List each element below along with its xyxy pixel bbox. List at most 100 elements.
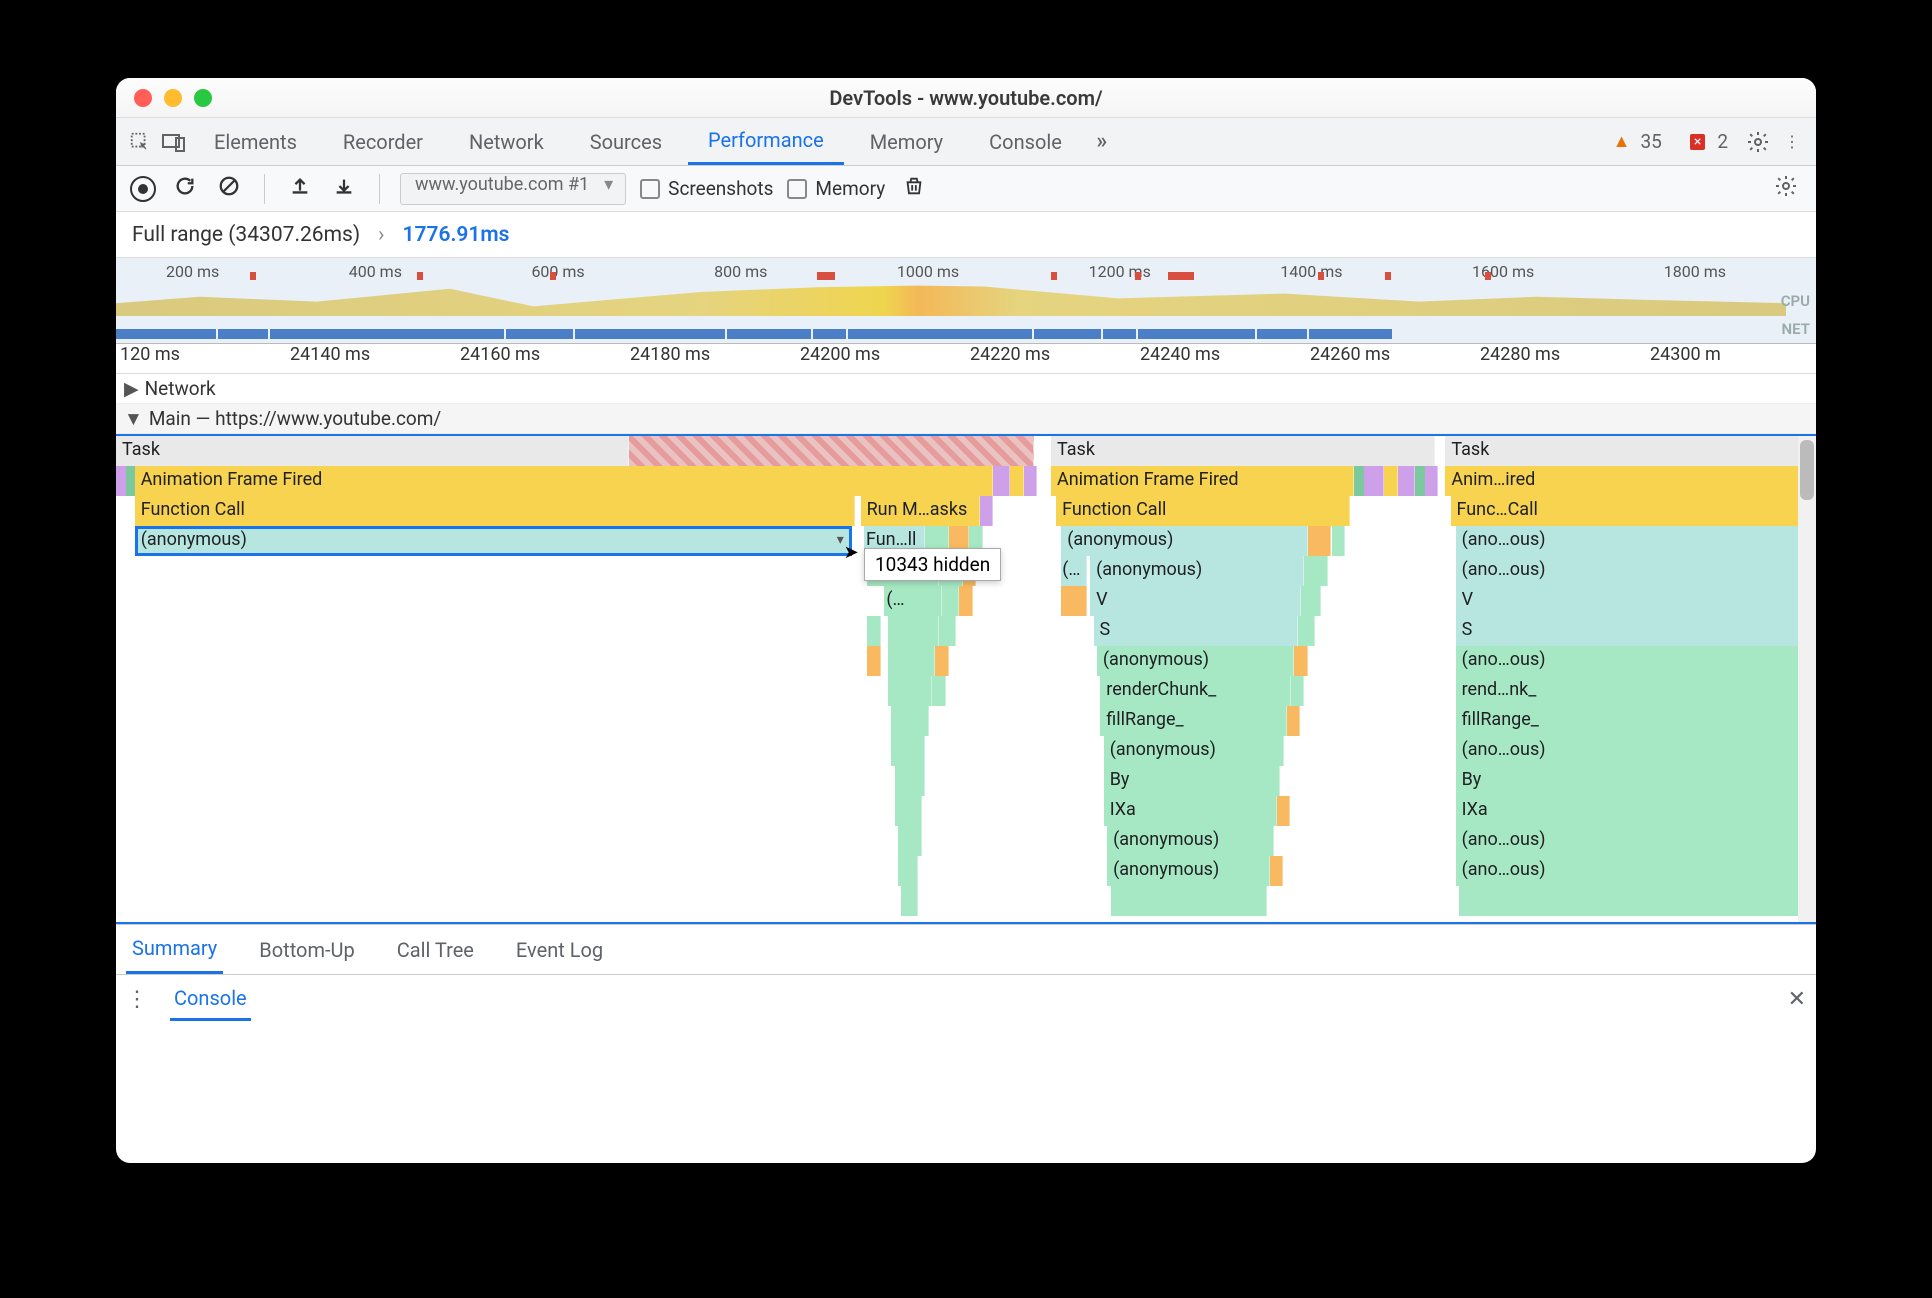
network-section-header[interactable]: ▶ Network — [116, 374, 1816, 404]
animation-frame-fired[interactable]: Animation Frame Fired — [1051, 466, 1354, 496]
breadcrumb-full[interactable]: Full range (34307.26ms) — [132, 223, 360, 247]
tab-event-log[interactable]: Event Log — [510, 925, 609, 974]
drawer-tab-console[interactable]: Console — [170, 978, 251, 1021]
anonymous[interactable]: (anonymous) — [1090, 556, 1304, 586]
breadcrumb-selection[interactable]: 1776.91ms — [402, 223, 509, 247]
detail-axis: 120 ms 24140 ms 24160 ms 24180 ms 24200 … — [116, 344, 1816, 374]
anonymous[interactable]: (anonymous) — [1107, 826, 1274, 856]
ixa-frame[interactable]: IXa — [1456, 796, 1816, 826]
task-bar[interactable]: Task — [1051, 436, 1435, 466]
render-chunk[interactable]: rend…nk_ — [1456, 676, 1816, 706]
S-frame[interactable]: S — [1094, 616, 1298, 646]
memory-label: Memory — [815, 177, 885, 200]
frame-event[interactable] — [1024, 466, 1037, 496]
collapse-down-icon: ▼ — [124, 407, 143, 431]
V-frame[interactable]: V — [1090, 586, 1301, 616]
tab-recorder[interactable]: Recorder — [323, 118, 443, 165]
maximize-window-button[interactable] — [194, 89, 212, 107]
anonymous[interactable]: (ano…ous) — [1456, 526, 1816, 556]
anonymous[interactable]: (anonymous) — [1097, 646, 1294, 676]
tab-summary[interactable]: Summary — [126, 925, 223, 974]
S-frame[interactable]: S — [1456, 616, 1816, 646]
hidden-tooltip: 10343 hidden — [864, 548, 1001, 581]
overview-timeline[interactable]: 200 ms 400 ms 600 ms 800 ms 1000 ms 1200… — [116, 258, 1816, 344]
V-frame[interactable]: V — [1456, 586, 1816, 616]
screenshots-label: Screenshots — [668, 177, 773, 200]
anonymous-selected[interactable]: (anonymous) — [135, 526, 852, 556]
console-drawer: ⋮ Console ✕ — [116, 974, 1816, 1024]
more-tabs-icon[interactable]: » — [1088, 128, 1116, 156]
tab-console[interactable]: Console — [969, 118, 1082, 165]
function-call[interactable]: Function Call — [1056, 496, 1350, 526]
anonymous[interactable]: (ano…ous) — [1456, 646, 1816, 676]
ixa-frame[interactable]: IXa — [1104, 796, 1277, 826]
fill-range[interactable]: fillRange_ — [1100, 706, 1287, 736]
anonymous[interactable]: (ano…ous) — [1456, 856, 1816, 886]
chevron-right-icon: › — [378, 223, 384, 247]
save-profile-icon[interactable] — [329, 173, 359, 204]
anonymous[interactable]: (ano…ous) — [1456, 556, 1816, 586]
frame-event[interactable] — [1010, 466, 1024, 496]
drawer-kebab-icon[interactable]: ⋮ — [126, 987, 148, 1012]
fill-range[interactable]: fillRange_ — [1456, 706, 1816, 736]
tab-network[interactable]: Network — [449, 118, 564, 165]
clear-button[interactable] — [214, 173, 244, 204]
main-section-label: Main — https://www.youtube.com/ — [149, 407, 441, 430]
task-bar[interactable]: Task — [1445, 436, 1816, 466]
anonymous[interactable]: (anonymous) — [1107, 856, 1270, 886]
chevron-down-icon[interactable]: ▾ — [837, 532, 844, 548]
frame-event[interactable] — [993, 466, 1010, 496]
inspect-icon[interactable] — [126, 128, 154, 156]
main-section-header[interactable]: ▼ Main — https://www.youtube.com/ — [116, 404, 1816, 434]
kebab-menu-icon[interactable]: ⋮ — [1778, 128, 1806, 156]
error-icon[interactable]: × — [1690, 134, 1705, 150]
load-profile-icon[interactable] — [285, 173, 315, 204]
memory-checkbox[interactable]: Memory — [787, 177, 885, 200]
perf-toolbar: www.youtube.com #1 Screenshots Memory — [116, 166, 1816, 212]
capture-settings-gear-icon[interactable] — [1770, 172, 1802, 205]
device-toggle-icon[interactable] — [160, 128, 188, 156]
record-button[interactable] — [130, 176, 156, 202]
window-title: DevTools - www.youtube.com/ — [829, 86, 1102, 110]
by-frame[interactable]: By — [1456, 766, 1816, 796]
gc-icon[interactable] — [899, 173, 929, 204]
render-chunk[interactable]: renderChunk_ — [1100, 676, 1290, 706]
run-microtasks[interactable]: Run M…asks — [861, 496, 980, 526]
warning-icon[interactable]: ▲ — [1613, 131, 1631, 152]
anonymous[interactable]: (anonymous) — [1104, 736, 1284, 766]
net-label: NET — [1782, 320, 1810, 338]
devtools-window: DevTools - www.youtube.com/ Elements Rec… — [116, 78, 1816, 1163]
overview-marks — [116, 272, 1786, 282]
main-tab-bar: Elements Recorder Network Sources Perfor… — [116, 118, 1816, 166]
screenshots-checkbox[interactable]: Screenshots — [640, 177, 773, 200]
close-window-button[interactable] — [134, 89, 152, 107]
function-call[interactable]: Function Call — [135, 496, 856, 526]
warning-count[interactable]: 35 — [1640, 130, 1661, 153]
minimize-window-button[interactable] — [164, 89, 182, 107]
settings-gear-icon[interactable] — [1744, 128, 1772, 156]
flame-chart[interactable]: Task Task Task Animation Frame Fired Ani… — [116, 434, 1816, 924]
anonymous[interactable]: (ano…ous) — [1456, 826, 1816, 856]
tab-performance[interactable]: Performance — [688, 118, 844, 165]
collapse-right-icon: ▶ — [124, 377, 139, 400]
task-bar[interactable]: Task — [116, 436, 629, 466]
anonymous[interactable]: (ano…ous) — [1456, 736, 1816, 766]
function-call[interactable]: Func…Call — [1451, 496, 1817, 526]
profile-dropdown[interactable]: www.youtube.com #1 — [400, 173, 626, 205]
close-drawer-icon[interactable]: ✕ — [1788, 987, 1806, 1012]
flame-scrollbar[interactable] — [1798, 436, 1816, 922]
long-task-bar[interactable] — [629, 436, 1034, 466]
error-count[interactable]: 2 — [1717, 130, 1728, 153]
bottom-tab-bar: Summary Bottom-Up Call Tree Event Log — [116, 924, 1816, 974]
tab-call-tree[interactable]: Call Tree — [391, 925, 480, 974]
animation-frame-fired[interactable]: Animation Frame Fired — [135, 466, 994, 496]
tab-memory[interactable]: Memory — [850, 118, 963, 165]
animation-frame-fired[interactable]: Anim…ired — [1445, 466, 1816, 496]
reload-button[interactable] — [170, 173, 200, 204]
by-frame[interactable]: By — [1104, 766, 1281, 796]
tab-elements[interactable]: Elements — [194, 118, 317, 165]
anonymous[interactable]: (anonymous) — [1061, 526, 1308, 556]
tab-bottom-up[interactable]: Bottom-Up — [253, 925, 360, 974]
tab-sources[interactable]: Sources — [570, 118, 682, 165]
network-section-label: Network — [145, 377, 216, 400]
